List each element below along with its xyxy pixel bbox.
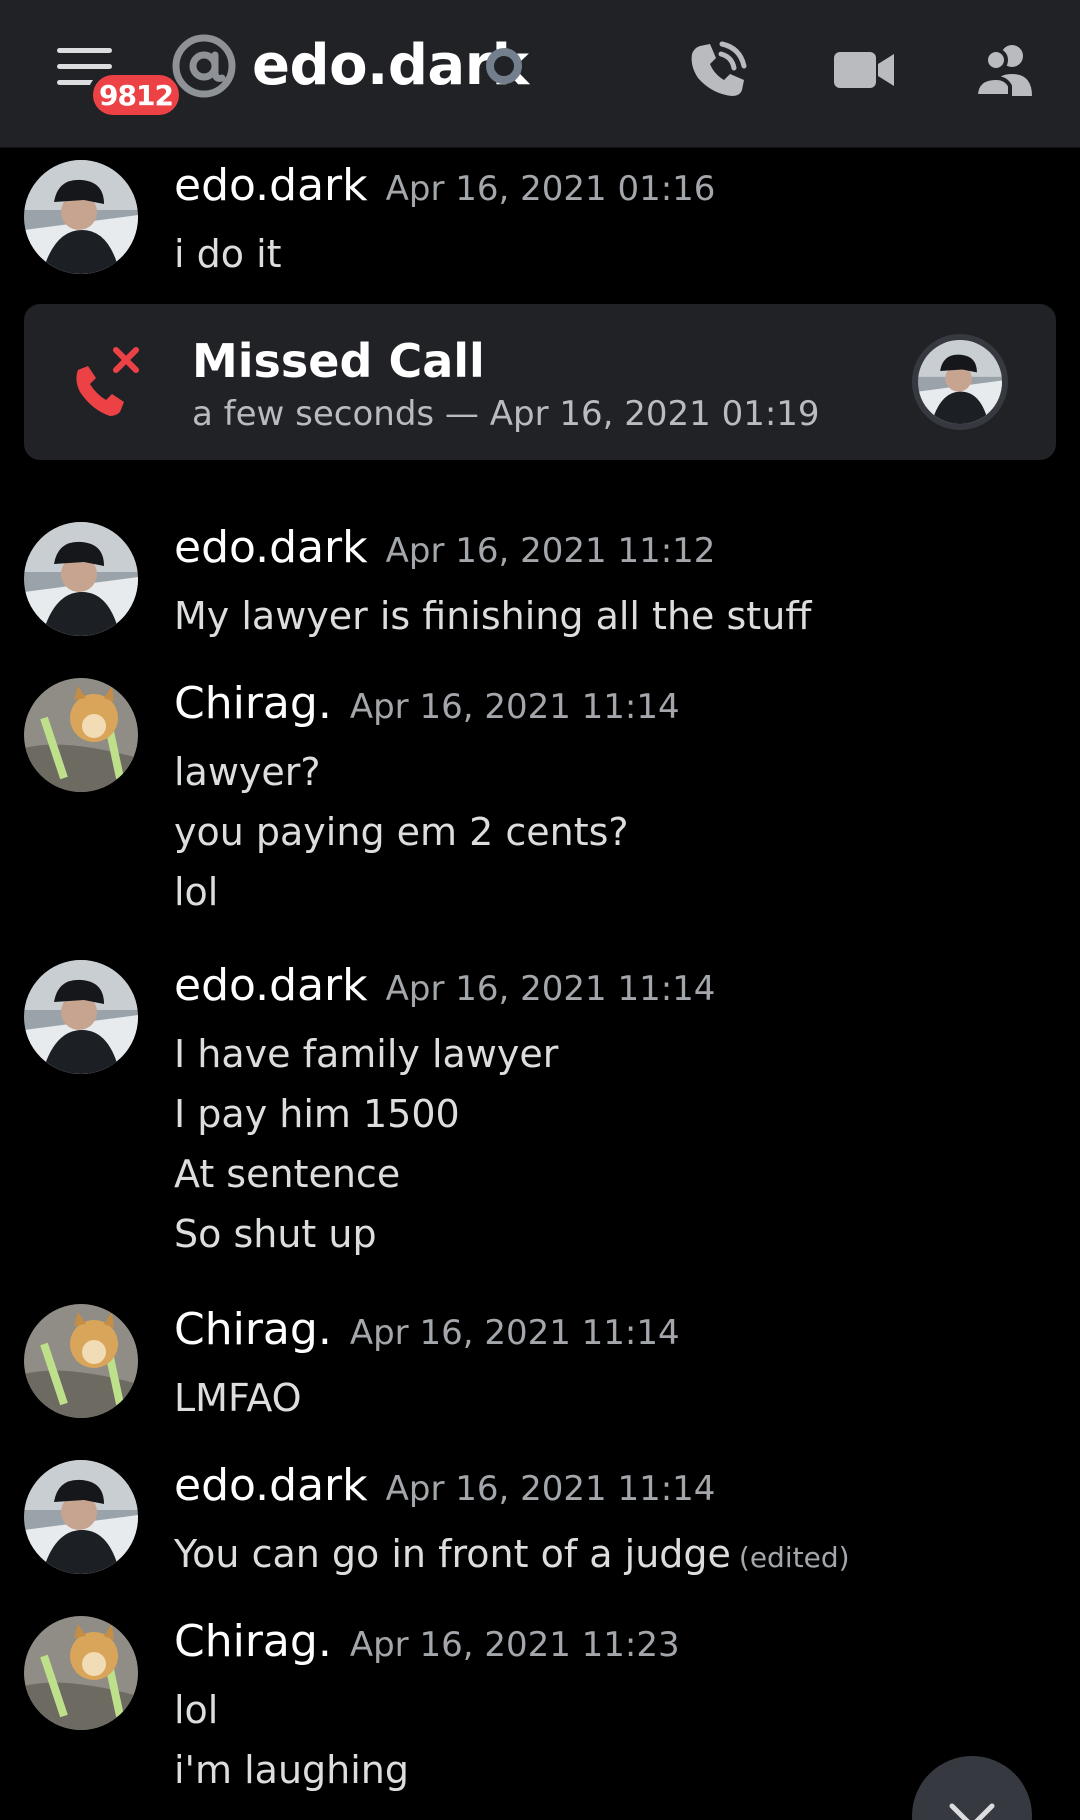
chevron-down-icon (949, 1803, 995, 1820)
message-line: At sentence (174, 1152, 401, 1196)
message-line: you paying em 2 cents? (174, 810, 629, 854)
status-offline-icon (486, 48, 522, 84)
missed-call-icon (76, 347, 139, 416)
avatar-chirag[interactable] (24, 1616, 138, 1730)
avatar-edo-dark[interactable] (24, 960, 138, 1074)
edited-label: (edited) (738, 1541, 850, 1574)
avatar-edo-dark[interactable] (24, 1460, 138, 1574)
message-line: lawyer? (174, 750, 321, 794)
menu-icon-bar (57, 64, 112, 69)
call-icon[interactable] (686, 38, 750, 102)
timestamp: Apr 16, 2021 11:14 (385, 969, 716, 1009)
timestamp: Apr 16, 2021 11:14 (349, 687, 680, 727)
message-line: LMFAO (174, 1376, 302, 1420)
message-text: You can go in front of a judge (174, 1532, 731, 1576)
menu-icon (57, 48, 112, 53)
message-header: edo.dark Apr 16, 2021 11:14 (174, 1460, 715, 1511)
menu-button[interactable]: 9812 (52, 40, 184, 120)
message-header: edo.dark Apr 16, 2021 11:12 (174, 522, 715, 573)
message-line: I have family lawyer (174, 1032, 559, 1076)
author-name[interactable]: edo.dark (174, 522, 368, 573)
avatar-edo-dark[interactable] (24, 160, 138, 274)
video-icon[interactable] (832, 38, 896, 102)
message-header: Chirag. Apr 16, 2021 11:14 (174, 678, 680, 729)
author-name[interactable]: edo.dark (174, 1460, 368, 1511)
message-line: i do it (174, 232, 282, 276)
message-content: I have family lawyer I pay him 1500 At s… (174, 1024, 558, 1264)
members-icon[interactable] (974, 38, 1038, 102)
avatar-chirag[interactable] (24, 1304, 138, 1418)
message-line: i'm laughing (174, 1748, 409, 1792)
message-line: So shut up (174, 1212, 377, 1256)
message-header: Chirag. Apr 16, 2021 11:23 (174, 1616, 680, 1667)
message-content: My lawyer is finishing all the stuff (174, 586, 811, 646)
author-name[interactable]: edo.dark (174, 160, 368, 211)
message-content: lol i'm laughing (174, 1680, 409, 1800)
timestamp: Apr 16, 2021 11:12 (385, 531, 716, 571)
at-icon (172, 34, 236, 98)
message-header: Chirag. Apr 16, 2021 11:14 (174, 1304, 680, 1355)
author-name[interactable]: Chirag. (174, 678, 332, 729)
missed-call-subtitle: a few seconds — Apr 16, 2021 01:19 (192, 394, 820, 434)
author-name[interactable]: Chirag. (174, 1616, 332, 1667)
message-line: I pay him 1500 (174, 1092, 460, 1136)
message-content: i do it (174, 224, 282, 284)
author-name[interactable]: Chirag. (174, 1304, 332, 1355)
dm-screen: 9812 edo.dark edo.dark Apr 16, 2021 01:1… (0, 0, 1080, 1820)
call-participant-avatar (912, 334, 1008, 430)
message-content: You can go in front of a judge (edited) (174, 1524, 850, 1588)
message-list[interactable]: edo.dark Apr 16, 2021 01:16 i do it Misse… (0, 148, 1080, 1820)
message-header: edo.dark Apr 16, 2021 01:16 (174, 160, 715, 211)
avatar-chirag[interactable] (24, 678, 138, 792)
timestamp: Apr 16, 2021 11:14 (349, 1313, 680, 1353)
author-name[interactable]: edo.dark (174, 960, 368, 1011)
timestamp: Apr 16, 2021 11:23 (349, 1625, 680, 1665)
channel-header: 9812 edo.dark (0, 0, 1080, 148)
avatar-edo-dark[interactable] (24, 522, 138, 636)
message-content: lawyer? you paying em 2 cents? lol (174, 742, 629, 922)
missed-call-title: Missed Call (192, 334, 485, 388)
message-line: You can go in front of a judge (edited) (174, 1524, 850, 1588)
message-header: edo.dark Apr 16, 2021 11:14 (174, 960, 715, 1011)
missed-call-card[interactable]: Missed Call a few seconds — Apr 16, 2021… (24, 304, 1056, 460)
timestamp: Apr 16, 2021 11:14 (385, 1469, 716, 1509)
notification-badge: 9812 (88, 70, 184, 120)
timestamp: Apr 16, 2021 01:16 (385, 169, 716, 209)
message-line: lol (174, 1688, 219, 1732)
message-line: lol (174, 870, 219, 914)
message-content: LMFAO (174, 1368, 302, 1428)
message-line: My lawyer is finishing all the stuff (174, 594, 812, 638)
